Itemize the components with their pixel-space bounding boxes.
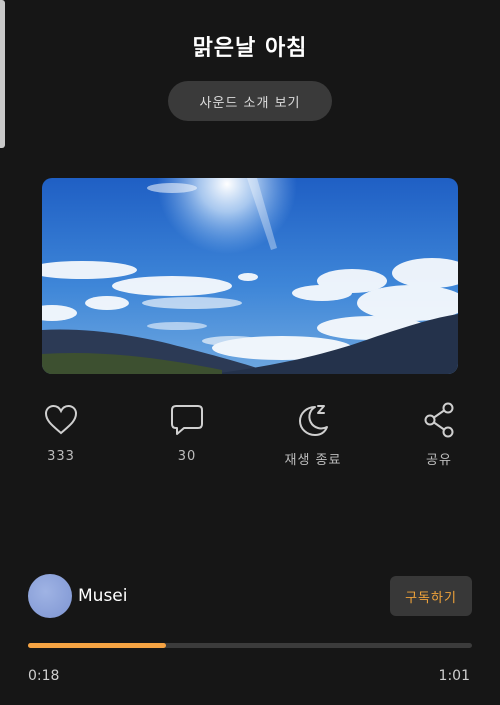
action-bar: 333 30 재생 종료 공유 (20, 400, 480, 470)
channel-name[interactable]: Musei (78, 586, 127, 606)
avatar[interactable] (28, 574, 72, 618)
sleep-timer-button[interactable]: 재생 종료 (268, 400, 358, 468)
progress-fill (28, 643, 166, 648)
sound-intro-button[interactable]: 사운드 소개 보기 (168, 81, 332, 121)
cover-image (42, 178, 458, 374)
share-icon (424, 402, 454, 438)
like-count: 333 (47, 449, 75, 464)
sleep-moon-icon (299, 405, 328, 436)
heart-icon (44, 404, 78, 435)
share-button[interactable]: 공유 (394, 400, 484, 468)
subscribe-button[interactable]: 구독하기 (390, 576, 472, 616)
channel-row: Musei 구독하기 (28, 574, 472, 618)
scroll-edge-indicator (0, 0, 5, 148)
comment-count: 30 (177, 449, 197, 464)
current-time: 0:18 (28, 668, 60, 684)
sleep-timer-label: 재생 종료 (284, 453, 342, 468)
progress-bar[interactable] (28, 643, 472, 648)
page-title: 맑은날 아침 (192, 36, 308, 61)
share-label: 공유 (426, 453, 452, 468)
comment-button[interactable]: 30 (142, 400, 232, 464)
total-time: 1:01 (438, 668, 470, 684)
like-button[interactable]: 333 (16, 400, 106, 464)
comment-icon (171, 405, 203, 435)
